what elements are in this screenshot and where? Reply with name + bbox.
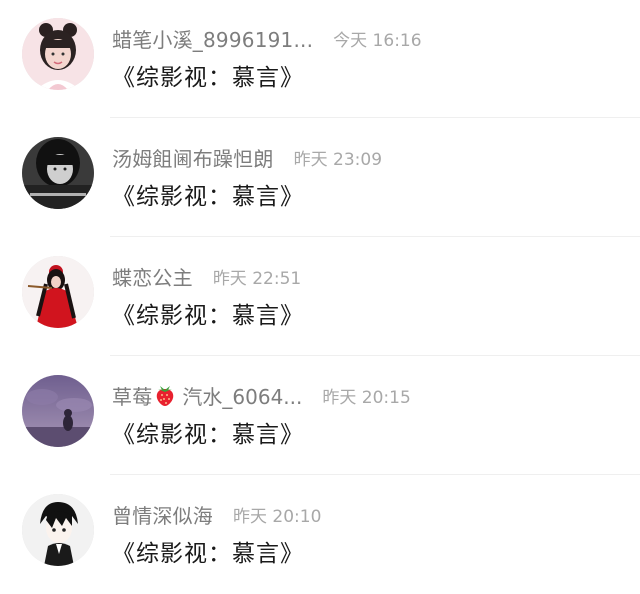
conversation-item[interactable]: 曾情深似海 昨天 20:10 《综影视：慕言》 xyxy=(0,476,640,594)
message-preview: 《综影视：慕言》 xyxy=(112,422,304,448)
avatar[interactable] xyxy=(22,137,94,209)
strawberry-icon xyxy=(157,386,174,406)
message-preview: 《综影视：慕言》 xyxy=(112,65,304,91)
message-preview: 《综影视：慕言》 xyxy=(112,184,304,210)
purple-sky-avatar xyxy=(22,375,94,447)
message-time: 昨天 23:09 xyxy=(293,149,383,170)
contact-name: 汤姆飷阃布躁怛朗 xyxy=(112,146,274,171)
conversation-meta: 蜡笔小溪_8996191... 今天 16:16 xyxy=(112,23,422,53)
divider xyxy=(110,355,640,356)
divider xyxy=(110,117,640,118)
contact-name: 曾情深似海 xyxy=(112,503,213,528)
contact-name: 蝶恋公主 xyxy=(112,265,193,290)
conversation-item[interactable]: 汤姆飷阃布躁怛朗 昨天 23:09 《综影视：慕言》 xyxy=(0,119,640,237)
conversation-item[interactable]: 草莓 汽水_6064... 昨天 20:15 《综影视：慕言》 xyxy=(0,357,640,475)
girl-portrait-avatar xyxy=(22,18,94,90)
avatar[interactable] xyxy=(22,375,94,447)
contact-name: 蜡笔小溪_8996191... xyxy=(112,27,314,52)
message-time: 昨天 22:51 xyxy=(212,268,302,289)
contact-name-part2: 汽水_6064... xyxy=(182,384,303,409)
conversation-list: 蜡笔小溪_8996191... 今天 16:16 《综影视：慕言》 汤姆飷阃布躁… xyxy=(0,0,640,591)
message-time: 昨天 20:15 xyxy=(322,387,411,408)
avatar[interactable] xyxy=(22,18,94,90)
red-costume-avatar xyxy=(22,256,94,328)
conversation-meta: 汤姆飷阃布躁怛朗 昨天 23:09 xyxy=(112,142,382,172)
divider xyxy=(110,474,640,475)
avatar[interactable] xyxy=(22,256,94,328)
message-time: 今天 16:16 xyxy=(333,30,422,51)
conversation-meta: 蝶恋公主 昨天 22:51 xyxy=(112,261,301,291)
avatar[interactable] xyxy=(22,494,94,566)
message-time: 昨天 20:10 xyxy=(233,506,322,527)
message-preview: 《综影视：慕言》 xyxy=(112,303,304,329)
conversation-item[interactable]: 蝶恋公主 昨天 22:51 《综影视：慕言》 xyxy=(0,238,640,356)
conversation-item[interactable]: 蜡笔小溪_8996191... 今天 16:16 《综影视：慕言》 xyxy=(0,0,640,118)
message-preview: 《综影视：慕言》 xyxy=(112,541,304,567)
conversation-meta: 曾情深似海 昨天 20:10 xyxy=(112,499,321,529)
anime-boy-avatar xyxy=(22,494,94,566)
contact-name-part1: 草莓 xyxy=(112,384,153,409)
conversation-meta: 草莓 汽水_6064... 昨天 20:15 xyxy=(112,380,411,410)
divider xyxy=(110,236,640,237)
dark-girl-avatar xyxy=(22,137,94,209)
